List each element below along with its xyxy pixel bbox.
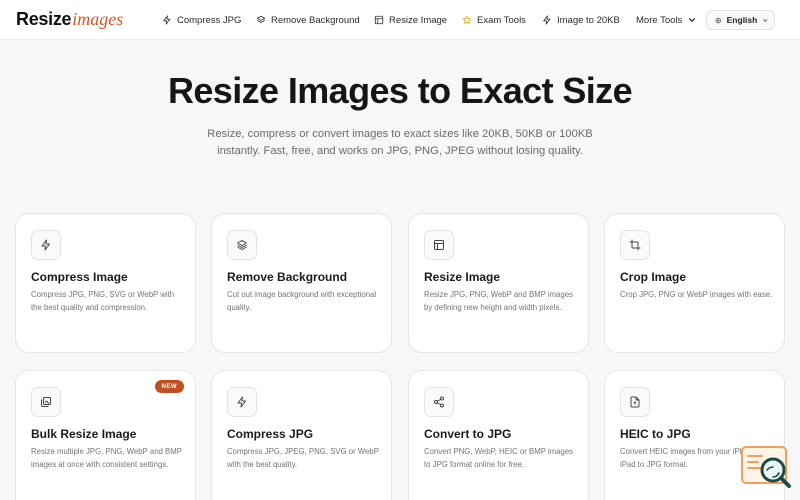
card-title: Resize Image [424,270,501,284]
nav-label: Exam Tools [477,14,526,26]
file-icon [630,396,640,408]
nav-remove-background[interactable]: Remove Background [256,12,360,28]
card-icon-box [227,230,257,260]
card-description: Cut out image background with exceptiona… [227,290,377,312]
subtitle-line: Resize, compress or convert images to ex… [207,128,593,140]
share-icon [434,396,444,408]
site-logo[interactable]: Resize images [16,9,123,31]
nav-exam-tools[interactable]: Exam Tools [462,12,526,28]
card-title: Compress JPG [227,427,314,441]
chevron-down-icon [763,18,768,22]
logo-accent-text: images [72,9,124,29]
tool-card-bulk-resize-image[interactable]: NEW Bulk Resize Image Resize multiple JP… [15,370,196,500]
tool-card-resize-image[interactable]: Resize Image Resize JPG, PNG, WebP and B… [408,213,589,353]
language-selector[interactable]: English [706,10,775,30]
card-title: Bulk Resize Image [31,427,137,441]
search-document-icon [741,446,791,488]
floating-search-widget[interactable] [740,444,792,494]
layers-icon [237,240,247,250]
card-description: Resize multiple JPG, PNG, WebP and BMP i… [31,447,182,469]
card-description: Convert PNG, WebP, HEIC or BMP images to… [424,447,574,469]
card-title: Remove Background [227,270,348,284]
tool-card-compress-image[interactable]: Compress Image Compress JPG, PNG, SVG or… [15,213,196,353]
nav-label: More Tools [636,14,683,26]
nav-label: Resize Image [389,14,448,26]
nav-resize-image[interactable]: Resize Image [374,12,447,28]
nav-label: Image to 20KB [557,14,620,26]
card-icon-box [424,387,454,417]
new-badge: NEW [154,380,184,393]
card-description: Compress JPG, PNG, SVG or WebP with the … [31,290,175,312]
card-icon-box [31,230,61,260]
bolt-icon [163,15,171,25]
card-icon-box [620,387,650,417]
layers-icon [256,15,266,23]
card-description: Compress JPG, JPEG, PNG, SVG or WebP wit… [227,447,379,469]
card-title: HEIC to JPG [620,427,691,441]
page-title: Resize Images to Exact Size [167,70,633,111]
card-description: Crop JPG, PNG or WebP images with ease. [620,290,773,299]
nav-compress-jpg[interactable]: Compress JPG [162,12,241,28]
card-title: Convert to JPG [424,427,512,441]
nav-more-tools[interactable]: More Tools [636,12,702,28]
card-description: Resize JPG, PNG, WebP and BMP images by … [424,290,574,312]
card-title: Crop Image [620,270,687,284]
globe-icon [715,17,722,23]
layout-icon [434,240,444,250]
crop-icon [629,239,641,251]
card-icon-box [31,387,61,417]
subtitle-line: instantly. Fast, free, and works on JPG,… [217,145,583,157]
star-icon [462,15,472,24]
card-icon-box [620,230,650,260]
nav-label: Remove Background [271,14,360,26]
layout-icon [374,15,384,25]
tool-card-compress-jpg[interactable]: Compress JPG Compress JPG, JPEG, PNG, SV… [211,370,392,500]
tool-card-crop-image[interactable]: Crop Image Crop JPG, PNG or WebP images … [604,213,785,353]
card-icon-box [227,387,257,417]
nav-label: Compress JPG [177,14,242,26]
bolt-icon [237,396,246,408]
page-subtitle: Resize, compress or convert images to ex… [200,126,600,160]
nav-image-to-20kb[interactable]: Image to 20KB [542,12,620,28]
chevron-down-icon [689,18,696,23]
logo-main-text: Resize [16,9,72,29]
bolt-icon [543,15,551,25]
card-title: Compress Image [31,270,128,284]
card-icon-box [424,230,454,260]
images-icon [41,397,51,407]
language-label: English [726,15,758,25]
tool-card-remove-background[interactable]: Remove Background Cut out image backgrou… [211,213,392,353]
top-navbar: Resize images Compress JPG Remove Backgr… [0,0,800,40]
bolt-icon [41,239,50,251]
tool-card-convert-to-jpg[interactable]: Convert to JPG Convert PNG, WebP, HEIC o… [408,370,589,500]
